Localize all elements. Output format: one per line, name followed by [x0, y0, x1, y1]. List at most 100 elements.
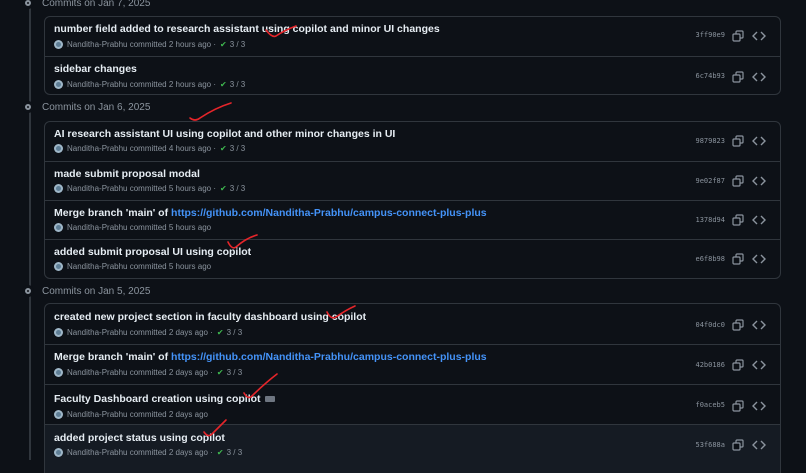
commit-title[interactable]: added project status using copilot: [54, 432, 225, 444]
commit-time: committed 5 hours ago: [129, 223, 212, 232]
commit-meta: Nanditha-Prabhu committed 2 days ago: [54, 410, 208, 419]
copy-icon[interactable]: [732, 175, 744, 187]
commit-row[interactable]: added project status using copilot Nandi…: [45, 424, 780, 473]
commit-meta: Nanditha-Prabhu committed 5 hours ago: [54, 262, 211, 271]
check-icon[interactable]: ✔: [220, 184, 227, 193]
avatar[interactable]: [54, 40, 63, 49]
commit-sha[interactable]: 04f0dc0: [695, 321, 725, 329]
commit-title[interactable]: added submit proposal UI using copilot: [54, 246, 251, 258]
code-icon[interactable]: [752, 135, 766, 147]
commit-row[interactable]: Faculty Dashboard creation using copilot…: [45, 384, 780, 424]
commit-title[interactable]: number field added to research assistant…: [54, 23, 440, 35]
author-name[interactable]: Nanditha-Prabhu: [67, 144, 127, 153]
ellipsis-expander[interactable]: [264, 396, 275, 403]
commit-row[interactable]: sidebar changes Nanditha-Prabhu committe…: [45, 56, 780, 94]
checks-count[interactable]: 3 / 3: [230, 40, 246, 49]
code-icon[interactable]: [752, 400, 766, 412]
avatar[interactable]: [54, 328, 63, 337]
commit-meta: Nanditha-Prabhu committed 2 days ago · ✔…: [54, 448, 242, 457]
group-date: Commits on Jan 7, 2025: [42, 0, 151, 9]
commit-sha[interactable]: 9e02f87: [695, 177, 725, 185]
copy-icon[interactable]: [732, 253, 744, 265]
check-icon[interactable]: ✔: [220, 40, 227, 49]
commit-sha[interactable]: e6f8b98: [695, 255, 725, 263]
commit-time: committed 2 days ago: [129, 368, 208, 377]
commit-row[interactable]: created new project section in faculty d…: [45, 304, 780, 344]
commit-sha[interactable]: 42b0186: [695, 361, 725, 369]
commit-time: committed 2 days ago: [129, 448, 208, 457]
copy-icon[interactable]: [732, 30, 744, 42]
check-icon[interactable]: ✔: [217, 328, 224, 337]
check-icon[interactable]: ✔: [217, 368, 224, 377]
commit-row[interactable]: Merge branch 'main' of https://github.co…: [45, 200, 780, 239]
commit-row[interactable]: AI research assistant UI using copilot a…: [45, 122, 780, 161]
code-icon[interactable]: [752, 439, 766, 451]
author-name[interactable]: Nanditha-Prabhu: [67, 262, 127, 271]
commit-title[interactable]: made submit proposal modal: [54, 168, 200, 180]
check-icon[interactable]: ✔: [217, 448, 224, 457]
commit-row[interactable]: added submit proposal UI using copilot N…: [45, 239, 780, 278]
copy-icon[interactable]: [732, 135, 744, 147]
commit-sha[interactable]: 3ff90e9: [695, 31, 725, 39]
author-name[interactable]: Nanditha-Prabhu: [67, 448, 127, 457]
commit-title-text[interactable]: Faculty Dashboard creation using copilot: [54, 393, 261, 405]
author-name[interactable]: Nanditha-Prabhu: [67, 184, 127, 193]
avatar[interactable]: [54, 184, 63, 193]
code-icon[interactable]: [752, 253, 766, 265]
code-icon[interactable]: [752, 175, 766, 187]
commit-title[interactable]: AI research assistant UI using copilot a…: [54, 128, 395, 140]
author-name[interactable]: Nanditha-Prabhu: [67, 80, 127, 89]
commit-sha[interactable]: f0aceb5: [695, 401, 725, 409]
avatar[interactable]: [54, 144, 63, 153]
check-icon[interactable]: ✔: [220, 144, 227, 153]
author-name[interactable]: Nanditha-Prabhu: [67, 410, 127, 419]
author-name[interactable]: Nanditha-Prabhu: [67, 223, 127, 232]
checks-count[interactable]: 3 / 3: [230, 184, 246, 193]
commit-sha[interactable]: 1378d94: [695, 216, 725, 224]
checks-count[interactable]: 3 / 3: [230, 144, 246, 153]
checks-count[interactable]: 3 / 3: [227, 368, 243, 377]
copy-icon[interactable]: [732, 214, 744, 226]
avatar[interactable]: [54, 80, 63, 89]
avatar[interactable]: [54, 223, 63, 232]
copy-icon[interactable]: [732, 319, 744, 331]
code-icon[interactable]: [752, 359, 766, 371]
code-icon[interactable]: [752, 71, 766, 83]
code-icon[interactable]: [752, 319, 766, 331]
commit-sha[interactable]: 53f688a: [695, 441, 725, 449]
avatar[interactable]: [54, 262, 63, 271]
commit-row[interactable]: number field added to research assistant…: [45, 17, 780, 56]
code-icon[interactable]: [752, 214, 766, 226]
check-icon[interactable]: ✔: [220, 80, 227, 89]
author-name[interactable]: Nanditha-Prabhu: [67, 368, 127, 377]
copy-icon[interactable]: [732, 71, 744, 83]
repo-link[interactable]: https://github.com/Nanditha-Prabhu/campu…: [171, 207, 487, 219]
commit-row[interactable]: Merge branch 'main' of https://github.co…: [45, 344, 780, 384]
avatar[interactable]: [54, 368, 63, 377]
git-commit-icon: [22, 285, 34, 297]
author-name[interactable]: Nanditha-Prabhu: [67, 40, 127, 49]
commit-sha[interactable]: 6c74b93: [695, 72, 725, 80]
commit-title[interactable]: Faculty Dashboard creation using copilot: [54, 393, 275, 405]
checks-count[interactable]: 3 / 3: [227, 328, 243, 337]
copy-icon[interactable]: [732, 439, 744, 451]
commit-sha[interactable]: 9879823: [695, 137, 725, 145]
repo-link[interactable]: https://github.com/Nanditha-Prabhu/campu…: [171, 351, 487, 363]
checks-count[interactable]: 3 / 3: [227, 448, 243, 457]
group-date: Commits on Jan 6, 2025: [42, 101, 151, 113]
commit-meta: Nanditha-Prabhu committed 5 hours ago · …: [54, 184, 245, 193]
commit-row[interactable]: made submit proposal modal Nanditha-Prab…: [45, 161, 780, 200]
avatar[interactable]: [54, 448, 63, 457]
avatar[interactable]: [54, 410, 63, 419]
commit-title[interactable]: created new project section in faculty d…: [54, 311, 366, 323]
author-name[interactable]: Nanditha-Prabhu: [67, 328, 127, 337]
code-icon[interactable]: [752, 30, 766, 42]
commit-title[interactable]: sidebar changes: [54, 63, 137, 75]
commit-list: created new project section in faculty d…: [44, 303, 781, 473]
commit-title[interactable]: Merge branch 'main' of https://github.co…: [54, 351, 487, 363]
copy-icon[interactable]: [732, 359, 744, 371]
commit-meta: Nanditha-Prabhu committed 2 days ago · ✔…: [54, 328, 242, 337]
copy-icon[interactable]: [732, 400, 744, 412]
checks-count[interactable]: 3 / 3: [230, 80, 246, 89]
commit-title[interactable]: Merge branch 'main' of https://github.co…: [54, 207, 487, 219]
